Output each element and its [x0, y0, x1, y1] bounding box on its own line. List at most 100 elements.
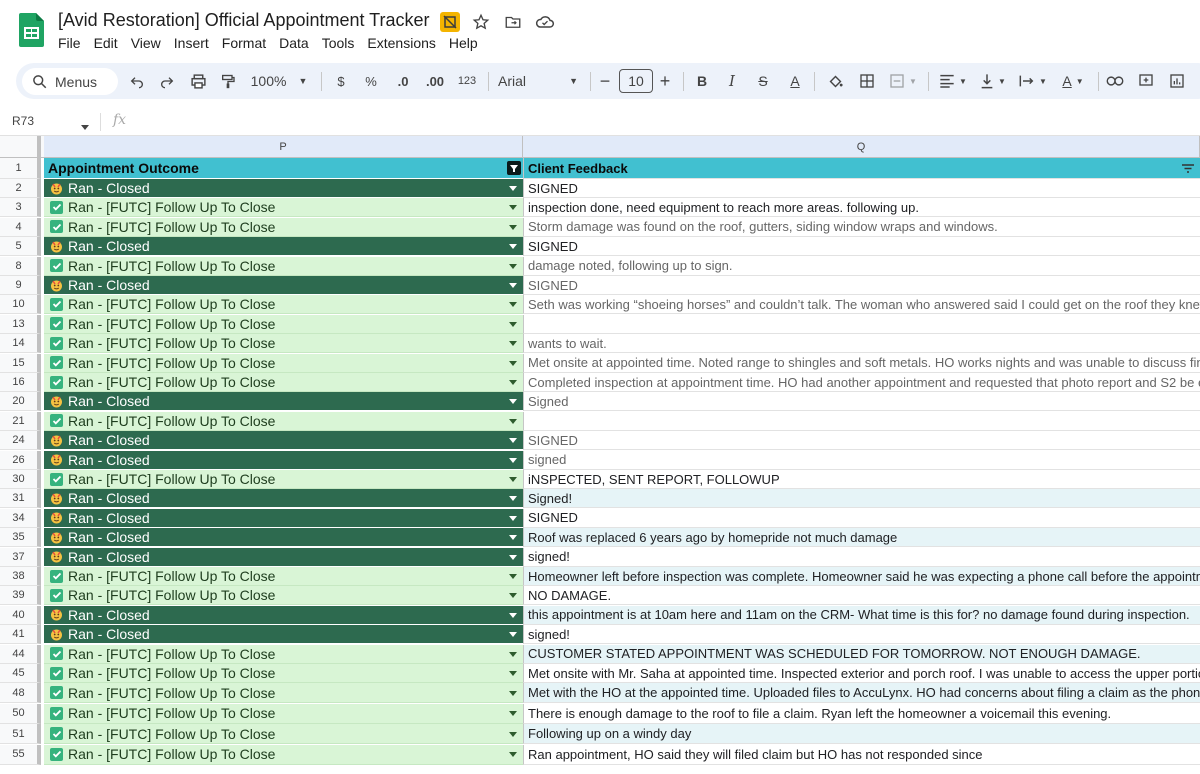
dropdown-arrow-icon[interactable]	[509, 752, 517, 758]
row-number[interactable]: 1	[0, 158, 41, 179]
outcome-dropdown-cell[interactable]: Ran - Closed	[44, 547, 523, 567]
feedback-cell[interactable]: NO DAMAGE.	[523, 586, 1200, 606]
dropdown-arrow-icon[interactable]	[509, 593, 517, 599]
menu-tools[interactable]: Tools	[322, 35, 355, 51]
font-size-increase-button[interactable]: +	[656, 69, 674, 93]
row-number[interactable]: 38	[0, 567, 41, 586]
feedback-cell[interactable]: signed!	[523, 547, 1200, 567]
outcome-dropdown-cell[interactable]: Ran - Closed	[44, 605, 523, 625]
insert-chart-icon[interactable]	[1166, 69, 1188, 93]
row-number[interactable]: 24	[0, 431, 41, 451]
feedback-cell[interactable]: damage noted, following up to sign.	[523, 256, 1200, 276]
row-number[interactable]: 40	[0, 605, 41, 625]
header-cell-appointment-outcome[interactable]: Appointment Outcome	[44, 158, 523, 179]
strikethrough-button[interactable]: S	[754, 69, 772, 93]
print-icon[interactable]	[187, 69, 209, 93]
dropdown-arrow-icon[interactable]	[509, 457, 517, 463]
feedback-cell[interactable]: Roof was replaced 6 years ago by homepri…	[523, 528, 1200, 548]
outcome-dropdown-cell[interactable]: Ran - [FUTC] Follow Up To Close	[44, 683, 523, 704]
feedback-cell[interactable]: iNSPECTED, SENT REPORT, FOLLOWUP	[523, 470, 1200, 489]
dropdown-arrow-icon[interactable]	[509, 496, 517, 502]
dropdown-arrow-icon[interactable]	[509, 205, 517, 211]
feedback-cell[interactable]: Storm damage was found on the roof, gutt…	[523, 217, 1200, 237]
menu-file[interactable]: File	[58, 35, 81, 51]
bold-button[interactable]: B	[693, 69, 711, 93]
dropdown-arrow-icon[interactable]	[509, 574, 517, 579]
row-number[interactable]: 3	[0, 198, 41, 218]
feedback-cell[interactable]: SIGNED	[523, 237, 1200, 257]
feedback-cell[interactable]: SIGNED	[523, 276, 1200, 295]
text-rotation-icon[interactable]: A ▼	[1056, 69, 1090, 93]
feedback-cell[interactable]: wants to wait.	[523, 334, 1200, 354]
outcome-dropdown-cell[interactable]: Ran - [FUTC] Follow Up To Close	[44, 664, 523, 683]
feedback-cell[interactable]: SIGNED	[523, 179, 1200, 198]
font-select[interactable]: Arial ▼	[498, 69, 578, 93]
row-number[interactable]: 5	[0, 237, 41, 257]
decrease-decimal-button[interactable]: .0	[391, 69, 415, 93]
dropdown-arrow-icon[interactable]	[509, 321, 517, 327]
row-number[interactable]: 50	[0, 703, 41, 724]
feedback-cell[interactable]: this appointment is at 10am here and 11a…	[523, 605, 1200, 625]
row-number[interactable]: 31	[0, 489, 41, 509]
row-number[interactable]: 26	[0, 450, 41, 470]
feedback-cell[interactable]: Seth was working “shoeing horses” and co…	[523, 295, 1200, 315]
outcome-dropdown-cell[interactable]: Ran - [FUTC] Follow Up To Close	[44, 411, 523, 431]
document-title[interactable]: [Avid Restoration] Official Appointment …	[58, 10, 430, 31]
dropdown-arrow-icon[interactable]	[509, 477, 517, 482]
feedback-cell[interactable]: Met onsite with Mr. Saha at appointed ti…	[523, 664, 1200, 683]
outcome-dropdown-cell[interactable]: Ran - [FUTC] Follow Up To Close	[44, 198, 523, 218]
outcome-dropdown-cell[interactable]: Ran - [FUTC] Follow Up To Close	[44, 470, 523, 489]
insert-comment-icon[interactable]	[1135, 69, 1157, 93]
dropdown-arrow-icon[interactable]	[509, 244, 517, 250]
row-number[interactable]: 9	[0, 276, 41, 295]
row-number[interactable]: 10	[0, 295, 41, 315]
outcome-dropdown-cell[interactable]: Ran - [FUTC] Follow Up To Close	[44, 373, 523, 392]
row-number[interactable]: 41	[0, 625, 41, 645]
feedback-cell[interactable]: Homeowner left before inspection was com…	[523, 567, 1200, 586]
dropdown-arrow-icon[interactable]	[509, 690, 517, 696]
row-number[interactable]: 13	[0, 314, 41, 334]
feedback-cell[interactable]	[523, 411, 1200, 431]
name-box-dropdown-icon[interactable]	[81, 117, 89, 135]
dropdown-arrow-icon[interactable]	[509, 651, 517, 657]
move-folder-icon[interactable]	[502, 11, 524, 33]
menus-search[interactable]: Menus	[22, 68, 118, 95]
row-number[interactable]: 45	[0, 664, 41, 683]
feedback-cell[interactable]: Met with the HO at the appointed time. U…	[523, 683, 1200, 704]
feedback-cell[interactable]	[523, 314, 1200, 334]
outcome-dropdown-cell[interactable]: Ran - [FUTC] Follow Up To Close	[44, 744, 523, 765]
text-color-button[interactable]: A	[784, 69, 806, 93]
vertical-align-icon[interactable]: ▼	[976, 69, 1010, 93]
dropdown-arrow-icon[interactable]	[509, 515, 517, 521]
outcome-dropdown-cell[interactable]: Ran - Closed	[44, 431, 523, 451]
star-icon[interactable]	[470, 11, 492, 33]
feedback-cell[interactable]: Signed!	[523, 489, 1200, 509]
font-size-decrease-button[interactable]: −	[596, 69, 614, 93]
borders-icon[interactable]	[856, 69, 878, 93]
row-number[interactable]: 21	[0, 411, 41, 431]
outcome-dropdown-cell[interactable]: Ran - Closed	[44, 392, 523, 412]
currency-button[interactable]: $	[332, 69, 350, 93]
outcome-dropdown-cell[interactable]: Ran - [FUTC] Follow Up To Close	[44, 314, 523, 334]
outcome-dropdown-cell[interactable]: Ran - [FUTC] Follow Up To Close	[44, 217, 523, 237]
feedback-cell[interactable]: inspection done, need equipment to reach…	[523, 198, 1200, 218]
outcome-dropdown-cell[interactable]: Ran - [FUTC] Follow Up To Close	[44, 703, 523, 724]
formula-input[interactable]	[135, 113, 1195, 131]
dropdown-arrow-icon[interactable]	[509, 263, 517, 269]
feedback-cell[interactable]: CUSTOMER STATED APPOINTMENT WAS SCHEDULE…	[523, 644, 1200, 664]
no-sync-icon[interactable]	[440, 12, 460, 32]
outcome-dropdown-cell[interactable]: Ran - Closed	[44, 450, 523, 470]
outcome-dropdown-cell[interactable]: Ran - [FUTC] Follow Up To Close	[44, 295, 523, 315]
sheets-logo-icon[interactable]	[19, 13, 44, 47]
outcome-dropdown-cell[interactable]: Ran - Closed	[44, 528, 523, 548]
header-cell-client-feedback[interactable]: Client Feedback	[523, 158, 1200, 179]
dropdown-arrow-icon[interactable]	[509, 224, 517, 230]
fill-color-icon[interactable]	[824, 69, 846, 93]
redo-icon[interactable]	[156, 69, 178, 93]
outcome-dropdown-cell[interactable]: Ran - [FUTC] Follow Up To Close	[44, 353, 523, 373]
select-all-corner[interactable]	[0, 136, 41, 157]
row-number[interactable]: 39	[0, 586, 41, 606]
dropdown-arrow-icon[interactable]	[509, 360, 517, 366]
row-number[interactable]: 14	[0, 334, 41, 354]
dropdown-arrow-icon[interactable]	[509, 283, 517, 288]
